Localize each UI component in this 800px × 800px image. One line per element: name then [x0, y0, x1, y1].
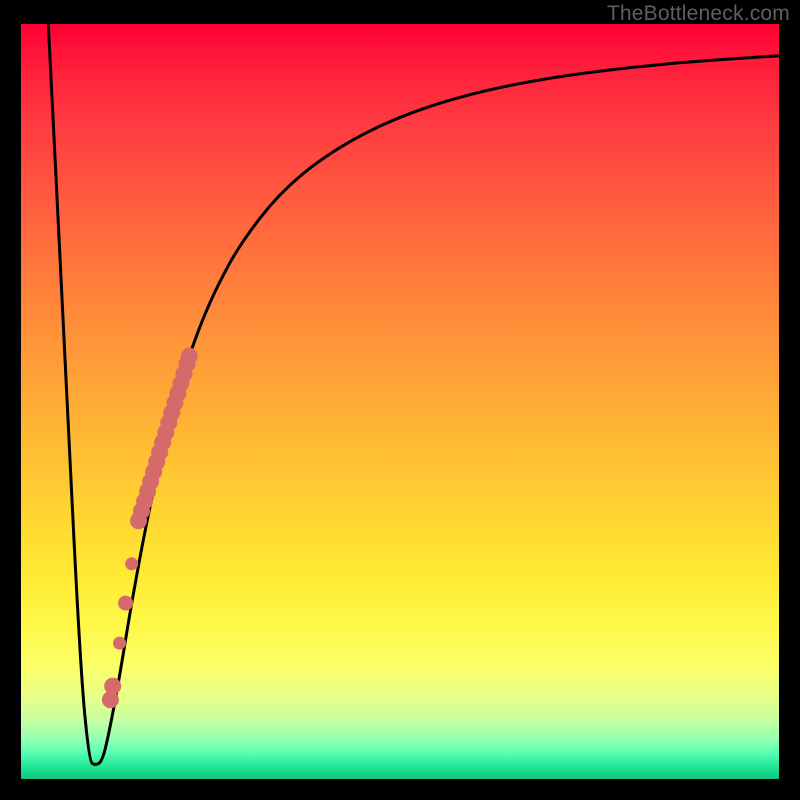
watermark-text: TheBottleneck.com	[607, 2, 790, 26]
chart-frame: TheBottleneck.com	[0, 0, 800, 800]
chart-svg	[0, 0, 800, 800]
marker-group	[102, 348, 197, 708]
curve-marker	[119, 596, 133, 610]
curve-marker	[114, 637, 126, 649]
curve-marker	[126, 558, 138, 570]
curve-marker	[102, 692, 118, 708]
curve-marker	[131, 513, 147, 529]
bottleneck-curve-path	[48, 24, 779, 764]
